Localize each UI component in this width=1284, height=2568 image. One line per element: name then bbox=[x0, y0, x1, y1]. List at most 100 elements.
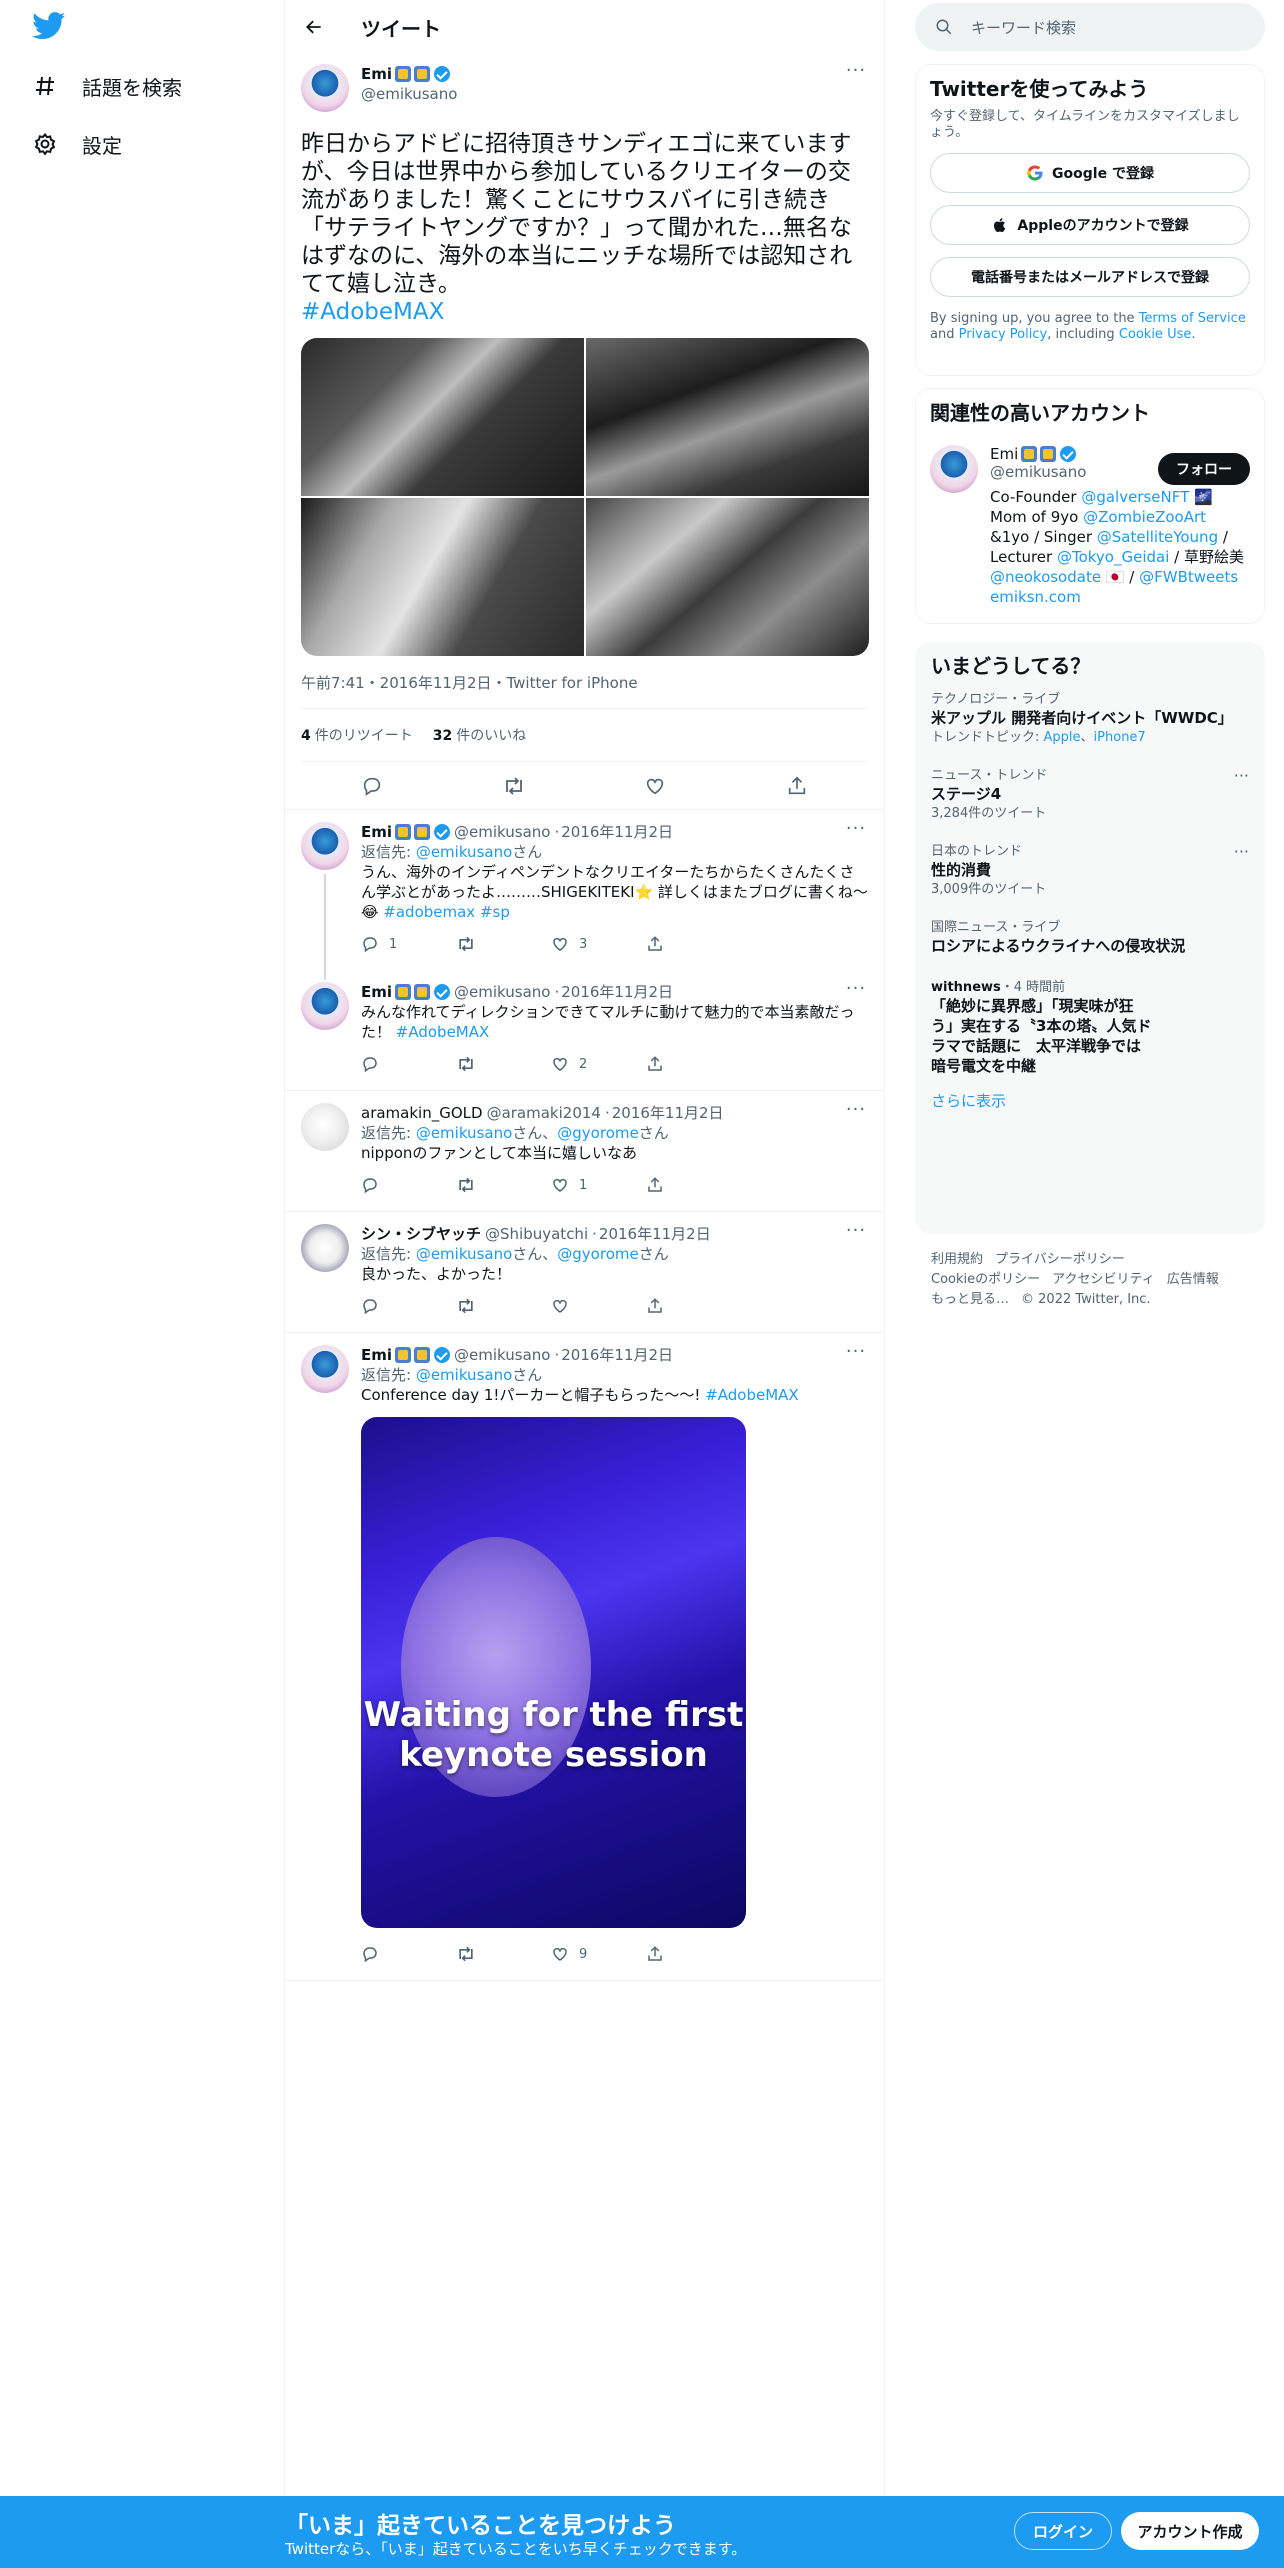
photo-2[interactable] bbox=[586, 338, 869, 496]
trend-item[interactable]: withnews・4 時間前 「絶妙に異界感」「現実味が狂う」実在する〝3本の塔… bbox=[915, 970, 1265, 1076]
reply-tweet[interactable]: Emi @emikusano · 2016年11月2日 ··· 返信先: @em… bbox=[285, 1333, 884, 1981]
footer-cookie-link[interactable]: Cookieのポリシー bbox=[931, 1272, 1040, 1287]
display-name[interactable]: Emi bbox=[361, 982, 451, 1002]
apple-signup-button[interactable]: Appleのアカウントで登録 bbox=[930, 205, 1250, 245]
display-name[interactable]: Emi bbox=[361, 822, 451, 842]
user-handle[interactable]: @Shibuyatchi bbox=[485, 1224, 588, 1244]
like-action[interactable]: 3 bbox=[551, 935, 646, 953]
hashtag-link[interactable]: #adobemax #sp bbox=[383, 903, 510, 921]
footer-privacy-link[interactable]: プライバシーポリシー bbox=[995, 1252, 1125, 1267]
trend-item[interactable]: テクノロジー・ライブ 米アップル 開発者向けイベント「WWDC」 トレンドトピッ… bbox=[915, 682, 1265, 746]
photo-4[interactable] bbox=[586, 498, 869, 656]
display-name[interactable]: シン・シブヤッチ bbox=[361, 1224, 481, 1244]
hashtag-link[interactable]: #AdobeMAX bbox=[396, 1023, 490, 1041]
share-action[interactable] bbox=[646, 935, 741, 953]
photo-1[interactable] bbox=[301, 338, 584, 496]
reply-icon[interactable] bbox=[359, 773, 385, 799]
signup-button[interactable]: アカウント作成 bbox=[1121, 2512, 1259, 2550]
retweet-icon[interactable] bbox=[501, 773, 527, 799]
footer-a11y-link[interactable]: アクセシビリティ bbox=[1052, 1272, 1155, 1287]
twitter-logo-icon[interactable] bbox=[32, 12, 68, 44]
mention-link[interactable]: @emikusano bbox=[416, 1366, 512, 1384]
avatar[interactable] bbox=[301, 822, 349, 870]
more-options-icon[interactable]: ··· bbox=[1234, 842, 1249, 861]
reply-action[interactable]: 1 bbox=[361, 935, 456, 953]
like-icon[interactable] bbox=[642, 773, 668, 799]
back-arrow-icon[interactable] bbox=[301, 14, 327, 40]
retweet-action[interactable] bbox=[456, 1175, 551, 1195]
mention-link[interactable]: @gyorome bbox=[557, 1245, 638, 1263]
retweets-stat[interactable]: 4 件のリツイート bbox=[301, 725, 413, 745]
share-action[interactable] bbox=[646, 1055, 741, 1073]
follow-button[interactable]: フォロー bbox=[1158, 453, 1250, 485]
retweet-action[interactable] bbox=[456, 934, 551, 954]
phone-signup-button[interactable]: 電話番号またはメールアドレスで登録 bbox=[930, 257, 1250, 297]
reply-tweet[interactable]: Emi @emikusano · 2016年11月2日 ··· みんな作れてディ… bbox=[285, 970, 884, 1091]
more-options-icon[interactable]: ··· bbox=[844, 980, 868, 1002]
bio-link[interactable]: @neokosodate bbox=[990, 568, 1101, 586]
avatar[interactable] bbox=[301, 64, 349, 112]
reply-action[interactable] bbox=[361, 1945, 456, 1963]
like-action[interactable]: 9 bbox=[551, 1945, 646, 1963]
bio-link[interactable]: @ZombieZooArt bbox=[1083, 508, 1206, 526]
avatar[interactable] bbox=[301, 982, 349, 1030]
user-handle[interactable]: @emikusano bbox=[454, 982, 550, 1002]
more-options-icon[interactable]: ··· bbox=[844, 1101, 868, 1123]
login-button[interactable]: ログイン bbox=[1014, 2512, 1112, 2550]
trend-related-link[interactable]: iPhone7 bbox=[1094, 730, 1146, 745]
avatar[interactable] bbox=[930, 445, 978, 493]
share-action[interactable] bbox=[646, 1297, 741, 1315]
more-options-icon[interactable]: ··· bbox=[844, 1222, 868, 1244]
like-action[interactable]: 2 bbox=[551, 1055, 646, 1073]
display-name[interactable]: aramakin_GOLD bbox=[361, 1103, 483, 1123]
retweet-action[interactable] bbox=[456, 1944, 551, 1964]
avatar[interactable] bbox=[301, 1224, 349, 1272]
share-action[interactable] bbox=[646, 1176, 741, 1194]
share-action[interactable] bbox=[646, 1945, 741, 1963]
more-options-icon[interactable]: ··· bbox=[844, 1343, 868, 1365]
tweet-date[interactable]: 2016年11月2日 bbox=[561, 982, 673, 1002]
trend-item[interactable]: 国際ニュース・ライブ ロシアによるウクライナへの侵攻状況 bbox=[915, 910, 1265, 956]
user-handle[interactable]: @emikusano bbox=[454, 1345, 550, 1365]
photo-3[interactable] bbox=[301, 498, 584, 656]
hashtag-link[interactable]: #AdobeMAX bbox=[301, 299, 444, 325]
bio-link[interactable]: @Tokyo_Geidai bbox=[1057, 548, 1169, 566]
avatar[interactable] bbox=[301, 1103, 349, 1151]
more-options-icon[interactable]: ··· bbox=[844, 62, 868, 84]
tweet-image[interactable]: Waiting for the first keynote session bbox=[361, 1417, 746, 1928]
retweet-action[interactable] bbox=[456, 1054, 551, 1074]
footer-tos-link[interactable]: 利用規約 bbox=[931, 1252, 983, 1267]
user-handle[interactable]: @emikusano bbox=[361, 84, 844, 104]
mention-link[interactable]: @emikusano bbox=[416, 1124, 512, 1142]
like-action[interactable] bbox=[551, 1297, 646, 1315]
reply-tweet[interactable]: シン・シブヤッチ @Shibuyatchi · 2016年11月2日 ··· 返… bbox=[285, 1212, 884, 1333]
user-handle[interactable]: @emikusano bbox=[454, 822, 550, 842]
share-icon[interactable] bbox=[784, 773, 810, 799]
website-link[interactable]: emiksn.com bbox=[990, 588, 1081, 606]
user-handle[interactable]: @aramaki2014 bbox=[487, 1103, 601, 1123]
avatar[interactable] bbox=[301, 1345, 349, 1393]
privacy-link[interactable]: Privacy Policy bbox=[959, 327, 1048, 342]
reply-action[interactable] bbox=[361, 1055, 456, 1073]
display-name[interactable]: Emi bbox=[361, 64, 844, 84]
mention-link[interactable]: @emikusano bbox=[416, 843, 512, 861]
footer-ads-link[interactable]: 広告情報 bbox=[1167, 1272, 1219, 1287]
bio-link[interactable]: @SatelliteYoung bbox=[1097, 528, 1218, 546]
trend-item[interactable]: 日本のトレンド 性的消費 3,009件のツイート ··· bbox=[915, 834, 1265, 898]
tweet-date[interactable]: 2016年11月2日 bbox=[599, 1224, 711, 1244]
hashtag-link[interactable]: #AdobeMAX bbox=[705, 1386, 799, 1404]
trend-item[interactable]: ニュース・トレンド ステージ4 3,284件のツイート ··· bbox=[915, 758, 1265, 822]
like-action[interactable]: 1 bbox=[551, 1176, 646, 1194]
bio-link[interactable]: @FWBtweets bbox=[1139, 568, 1238, 586]
mention-link[interactable]: @gyorome bbox=[557, 1124, 638, 1142]
retweet-action[interactable] bbox=[456, 1296, 551, 1316]
tweet-meta[interactable]: 午前7:41・2016年11月2日・Twitter for iPhone bbox=[301, 672, 868, 692]
more-options-icon[interactable]: ··· bbox=[844, 820, 868, 842]
nav-explore[interactable]: 話題を検索 bbox=[32, 66, 182, 106]
mention-link[interactable]: @emikusano bbox=[416, 1245, 512, 1263]
footer-more-link[interactable]: もっと見る… bbox=[931, 1292, 1009, 1307]
trend-related-link[interactable]: Apple bbox=[1044, 730, 1081, 745]
nav-settings[interactable]: 設定 bbox=[32, 124, 122, 164]
reply-action[interactable] bbox=[361, 1297, 456, 1315]
terms-link[interactable]: Terms of Service bbox=[1139, 311, 1246, 326]
